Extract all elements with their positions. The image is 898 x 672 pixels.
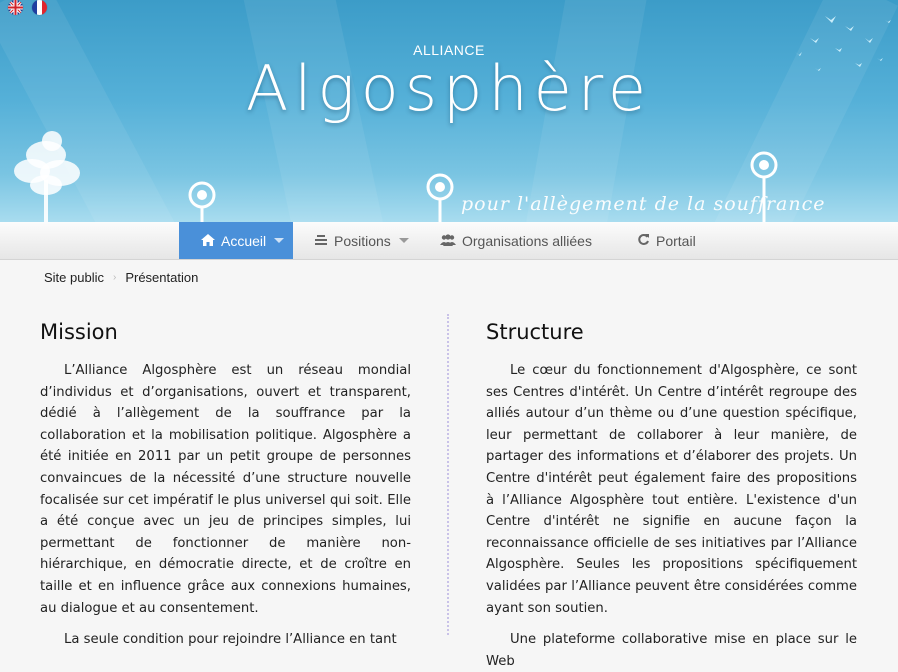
main-nav: Accueil Positions Organisations alliées …	[0, 222, 898, 260]
nav-label-portail: Portail	[656, 232, 696, 249]
structure-heading: Structure	[486, 320, 584, 344]
mission-section: Mission L’Alliance Algosphère est un rés…	[40, 320, 411, 651]
nav-label-organisations: Organisations alliées	[462, 232, 592, 249]
breadcrumb-item-presentation: Présentation	[125, 270, 199, 285]
french-flag-icon[interactable]	[32, 0, 47, 15]
structure-paragraph: Le cœur du fonctionnement d'Algosphère, …	[486, 363, 857, 616]
chevron-down-icon	[274, 238, 285, 243]
home-icon	[201, 233, 215, 249]
brand-tagline: pour l'allègement de la souffrance	[461, 193, 826, 215]
tree-illustration	[14, 131, 80, 222]
column-divider	[447, 314, 449, 635]
chevron-down-icon	[398, 238, 409, 243]
mission-heading: Mission	[40, 320, 118, 344]
circle-stalk-center	[426, 173, 454, 222]
header-banner: ALLIANCE Algosphère pour l'allègement de…	[0, 0, 898, 222]
english-flag-icon[interactable]	[8, 0, 23, 15]
refresh-icon	[637, 233, 650, 249]
nav-item-positions[interactable]: Positions	[314, 222, 409, 259]
breadcrumb: Site public › Présentation	[44, 270, 198, 285]
nav-item-accueil[interactable]: Accueil	[179, 222, 293, 259]
structure-section: Structure Le cœur du fonctionnement d'Al…	[486, 320, 857, 672]
nav-label-accueil: Accueil	[221, 232, 267, 249]
nav-label-positions: Positions	[334, 232, 391, 249]
language-switcher	[8, 0, 47, 15]
structure-paragraph: Une plateforme collaborative mise en pla…	[486, 632, 857, 669]
brand-title[interactable]: Algosphère	[0, 52, 898, 125]
mission-paragraph: L’Alliance Algosphère est un réseau mond…	[40, 363, 411, 616]
breadcrumb-item-site-public[interactable]: Site public	[44, 270, 104, 285]
users-icon	[440, 233, 456, 249]
nav-item-organisations[interactable]: Organisations alliées	[440, 222, 592, 259]
circle-stalk-left	[188, 181, 216, 222]
mission-paragraph: La seule condition pour rejoindre l’Alli…	[64, 632, 397, 648]
nav-item-portail[interactable]: Portail	[637, 222, 696, 259]
breadcrumb-separator: ›	[112, 272, 117, 283]
list-icon	[314, 233, 328, 249]
